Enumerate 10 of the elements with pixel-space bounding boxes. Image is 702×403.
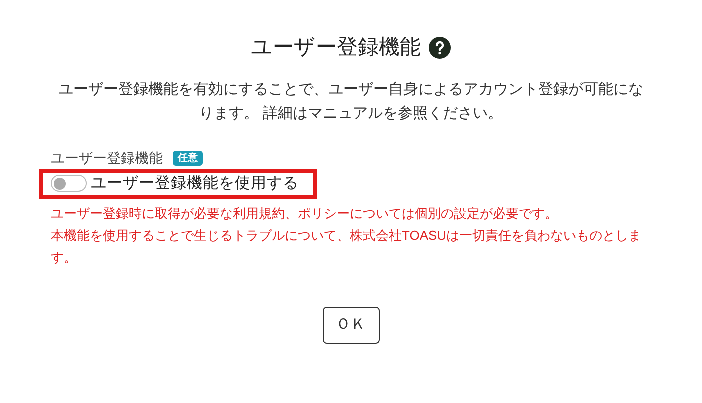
dialog-title: ユーザー登録機能 bbox=[251, 35, 421, 61]
toggle-label: ユーザー登録機能を使用する bbox=[91, 174, 299, 194]
ok-button[interactable]: ＯＫ bbox=[322, 306, 380, 344]
toggle-switch[interactable] bbox=[51, 175, 87, 192]
field-label: ユーザー登録機能 bbox=[51, 148, 163, 168]
warning-text: 本機能を使用することで生じるトラブルについて、株式会社TOASUは一切責任を負わないものとします。 bbox=[51, 226, 643, 266]
help-icon[interactable] bbox=[429, 36, 451, 59]
description-text: ユーザー登録機能を有効にすることで、ユーザー自身によるアカウント登録が可能になります。 詳細はマニュアルを参照ください。 bbox=[58, 80, 644, 124]
optional-badge: 任意 bbox=[173, 150, 203, 166]
warning-text: ユーザー登録時に取得が必要な利用規約、ポリシーについては個別の設定が必要です。 bbox=[51, 204, 559, 222]
